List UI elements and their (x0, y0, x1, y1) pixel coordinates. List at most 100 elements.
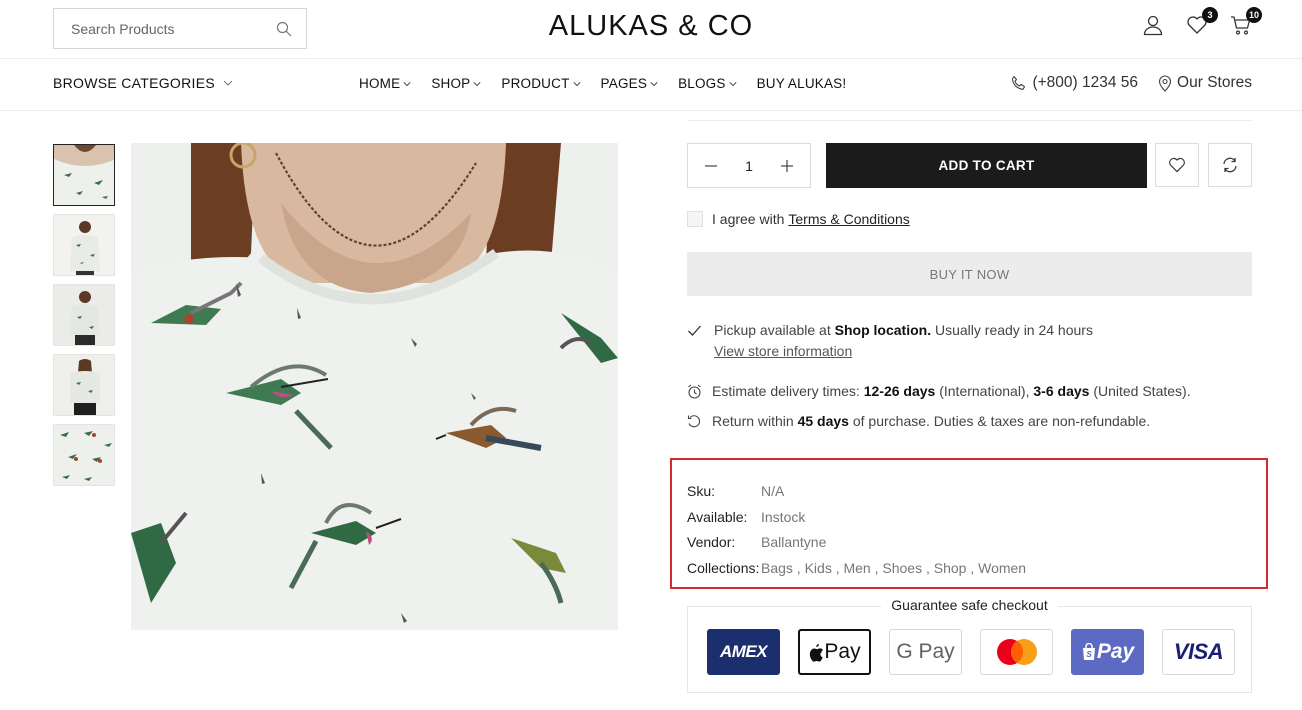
delivery-prefix: Estimate delivery times: (712, 383, 860, 399)
meta-value-collections[interactable]: Bags , Kids , Men , Shoes , Shop , Women (761, 556, 1026, 582)
terms-link[interactable]: Terms & Conditions (788, 211, 909, 227)
product-thumbnail[interactable] (53, 424, 115, 486)
nav-divider (0, 110, 1302, 111)
our-stores-link[interactable]: Our Stores (1158, 74, 1252, 92)
product-thumbnail[interactable] (53, 284, 115, 346)
apple-pay-icon: Pay (798, 629, 871, 675)
product-thumbnail[interactable] (53, 144, 115, 206)
buy-it-now-button[interactable]: BUY IT NOW (687, 252, 1252, 296)
google-pay-icon: G Pay (889, 629, 962, 675)
minus-icon[interactable] (704, 159, 718, 173)
nav-item-blogs[interactable]: BLOGS (678, 76, 737, 91)
return-text: Return within 45 days of purchase. Dutie… (712, 413, 1150, 429)
mastercard-icon (980, 629, 1053, 675)
view-store-information-link[interactable]: View store information (714, 343, 852, 359)
nav-item-pages[interactable]: PAGES (601, 76, 659, 91)
heart-icon (1169, 157, 1185, 173)
apple-icon (810, 643, 824, 662)
nav-item-label: SHOP (431, 76, 471, 91)
meta-value-sku: N/A (761, 483, 785, 499)
product-thumbnail[interactable] (53, 354, 115, 416)
pickup-info: Pickup available at Shop location. Usual… (687, 320, 1093, 362)
google-pay-label: G Pay (896, 640, 955, 663)
browse-categories-label: BROWSE CATEGORIES (53, 75, 215, 91)
plus-icon[interactable] (780, 159, 794, 173)
return-icon (687, 414, 701, 427)
thumbnail-list (53, 144, 115, 486)
compare-button[interactable] (1208, 143, 1252, 187)
add-to-cart-button[interactable]: ADD TO CART (826, 143, 1147, 188)
nav-item-label: PAGES (600, 76, 648, 91)
delivery-text: Estimate delivery times: 12-26 days (Int… (712, 383, 1191, 399)
product-meta: Sku: N/A Available: Instock Vendor: Ballant… (687, 479, 1026, 581)
nav-item-label: BUY ALUKAS! (756, 76, 847, 91)
meta-row-sku: Sku: N/A (687, 479, 1026, 505)
browse-categories-button[interactable]: BROWSE CATEGORIES (53, 75, 233, 91)
nav-item-label: BLOGS (678, 76, 726, 91)
wishlist-icon[interactable]: 3 (1186, 7, 1218, 36)
return-days: 45 days (797, 413, 849, 429)
return-policy: Return within 45 days of purchase. Dutie… (687, 413, 1150, 429)
nav-item-label: HOME (359, 76, 401, 91)
apple-pay-label: Pay (824, 640, 861, 663)
pickup-location: Shop location. (834, 322, 932, 338)
main-navigation: HOME SHOP PRODUCT PAGES BLOGS BUY ALUKAS… (359, 76, 846, 91)
quantity-value[interactable]: 1 (745, 158, 753, 174)
meta-label: Collections: (687, 559, 760, 576)
meta-row-available: Available: Instock (687, 505, 1026, 531)
site-logo[interactable]: ALUKAS & CO (0, 10, 1302, 43)
nav-item-buy-alukas[interactable]: BUY ALUKAS! (757, 76, 847, 91)
nav-item-shop[interactable]: SHOP (431, 76, 481, 91)
cart-count-badge: 10 (1245, 7, 1262, 23)
meta-value-vendor[interactable]: Ballantyne (761, 530, 826, 556)
delivery-estimate: Estimate delivery times: 12-26 days (Int… (687, 383, 1191, 399)
meta-row-vendor: Vendor: Ballantyne (687, 530, 1026, 556)
nav-item-product[interactable]: PRODUCT (501, 76, 581, 91)
phone-number: (+800) 1234 56 (1032, 74, 1139, 91)
meta-row-collections: Collections: Bags , Kids , Men , Shoes , … (687, 556, 1026, 582)
check-icon (688, 325, 701, 336)
agree-text: I agree with (712, 211, 785, 227)
visa-icon: VISA (1162, 629, 1235, 675)
safe-checkout-box: Guarantee safe checkout AMEX Pay G Pay S… (687, 597, 1252, 693)
delivery-us: 3-6 days (1033, 383, 1090, 399)
account-icon[interactable] (1142, 14, 1164, 36)
delivery-intl: 12-26 days (863, 383, 936, 399)
chevron-down-icon (650, 81, 658, 86)
phone-link[interactable]: (+800) 1234 56 (1010, 74, 1138, 92)
terms-agreement: I agree with Terms & Conditions (687, 211, 910, 227)
chevron-down-icon (729, 81, 737, 86)
section-divider (687, 120, 1252, 121)
shop-pay-icon: S Pay (1071, 629, 1144, 675)
phone-icon (1012, 75, 1026, 90)
return-prefix: Return within (712, 413, 794, 429)
meta-label: Sku: (687, 483, 716, 499)
chevron-down-icon (223, 80, 233, 86)
cart-icon[interactable]: 10 (1230, 7, 1262, 36)
shopping-bag-icon: S (1082, 643, 1095, 660)
pickup-text: Pickup available at Shop location. Usual… (714, 320, 1093, 341)
terms-checkbox[interactable] (687, 211, 703, 227)
chevron-down-icon (403, 81, 411, 86)
safe-checkout-title: Guarantee safe checkout (881, 597, 1058, 613)
add-to-wishlist-button[interactable] (1155, 143, 1199, 187)
meta-label: Vendor: (687, 534, 736, 550)
amex-icon: AMEX (707, 629, 780, 675)
chevron-down-icon (572, 81, 581, 86)
our-stores-label: Our Stores (1177, 74, 1252, 91)
nav-item-home[interactable]: HOME (359, 76, 411, 91)
product-main-image[interactable] (131, 143, 618, 630)
pickup-suffix: Usually ready in 24 hours (934, 322, 1093, 338)
quantity-stepper: 1 (687, 143, 811, 188)
delivery-us-note: (United States). (1093, 383, 1191, 399)
map-pin-icon (1158, 75, 1172, 92)
product-thumbnail[interactable] (53, 214, 115, 276)
shop-pay-label: Pay (1096, 640, 1135, 663)
delivery-intl-note: (International), (939, 383, 1030, 399)
contact-links: (+800) 1234 56 Our Stores (1010, 74, 1252, 92)
return-suffix: of purchase. Duties & taxes are non-refu… (852, 413, 1151, 429)
svg-text:S: S (1086, 650, 1092, 659)
payment-methods: AMEX Pay G Pay S Pay VISA (707, 629, 1235, 675)
header-actions: 3 10 (1142, 7, 1262, 36)
mastercard-circles (996, 639, 1037, 665)
